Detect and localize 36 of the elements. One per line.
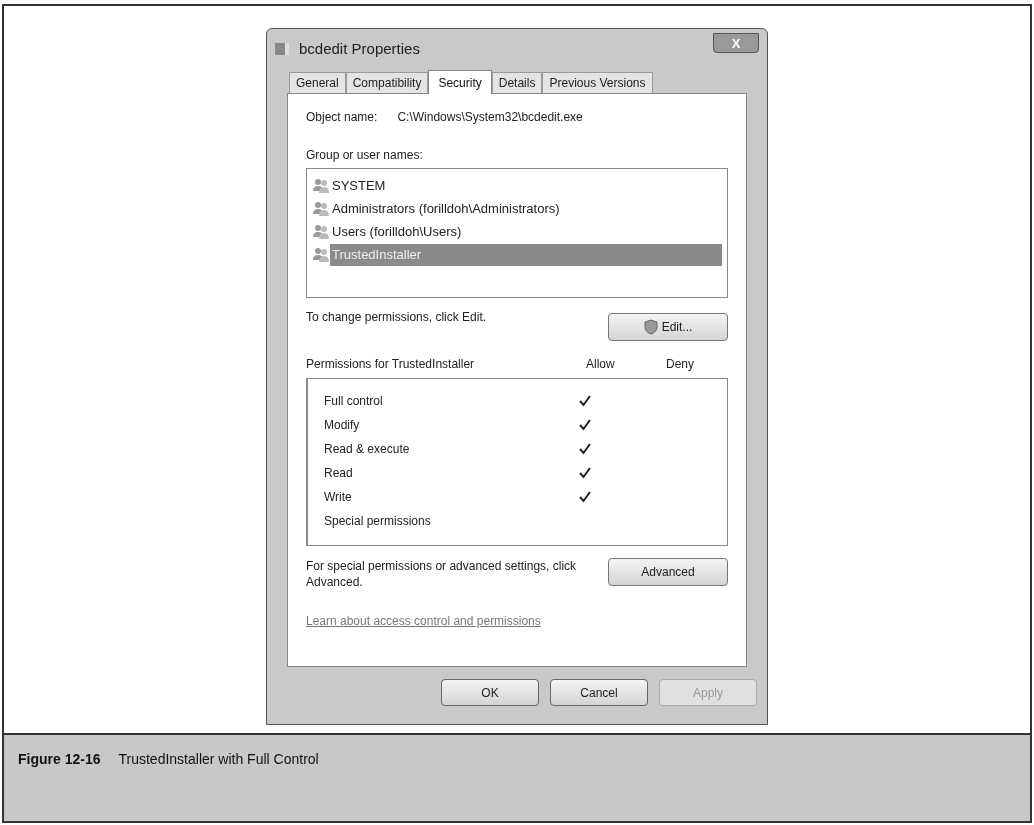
- deny-column-header: Deny: [666, 356, 694, 373]
- tab[interactable]: Details: [491, 72, 543, 93]
- dialog-button[interactable]: Cancel: [550, 679, 648, 706]
- learn-more-link[interactable]: Learn about access control and permissions: [306, 612, 541, 630]
- app-icon: [275, 42, 291, 56]
- users-icon: [312, 177, 330, 194]
- permission-name: Read: [323, 465, 354, 482]
- permission-name: Modify: [323, 417, 361, 434]
- figure-number: Figure 12-16: [18, 750, 101, 769]
- tab[interactable]: Security: [428, 70, 492, 94]
- edit-button[interactable]: Edit...: [608, 313, 728, 341]
- permission-name: Write: [323, 489, 353, 506]
- object-name-value: C:\Windows\System32\bcdedit.exe: [397, 109, 583, 126]
- advanced-button[interactable]: Advanced: [608, 558, 728, 586]
- dialog-button[interactable]: OK: [441, 679, 539, 706]
- group-list-item[interactable]: Users (forilldoh\Users): [312, 220, 722, 243]
- advanced-hint: For special permissions or advanced settings, click Advanced.: [306, 558, 578, 590]
- tab[interactable]: General: [289, 72, 346, 93]
- allow-column-header: Allow: [586, 356, 616, 373]
- permission-name: Special permissions: [323, 513, 432, 530]
- group-list-item[interactable]: SYSTEM: [312, 174, 722, 197]
- tab[interactable]: Previous Versions: [542, 72, 653, 93]
- permissions-label: Permissions for TrustedInstaller: [306, 356, 476, 373]
- tab[interactable]: Compatibility: [345, 72, 429, 93]
- group-list-label: Group or user names:: [306, 147, 424, 164]
- users-icon: [312, 246, 330, 263]
- users-icon: [312, 223, 330, 240]
- figure-caption: TrustedInstaller with Full Control: [118, 750, 319, 769]
- window-title: bcdedit Properties: [299, 38, 420, 59]
- object-name-label: Object name:: [306, 109, 378, 126]
- group-list-item[interactable]: Administrators (forilldoh\Administrators): [312, 197, 722, 220]
- shield-icon: [643, 319, 658, 335]
- change-permissions-hint: To change permissions, click Edit.: [306, 309, 487, 326]
- permission-name: Full control: [323, 393, 384, 410]
- users-icon: [312, 200, 330, 217]
- permission-name: Read & execute: [323, 441, 411, 458]
